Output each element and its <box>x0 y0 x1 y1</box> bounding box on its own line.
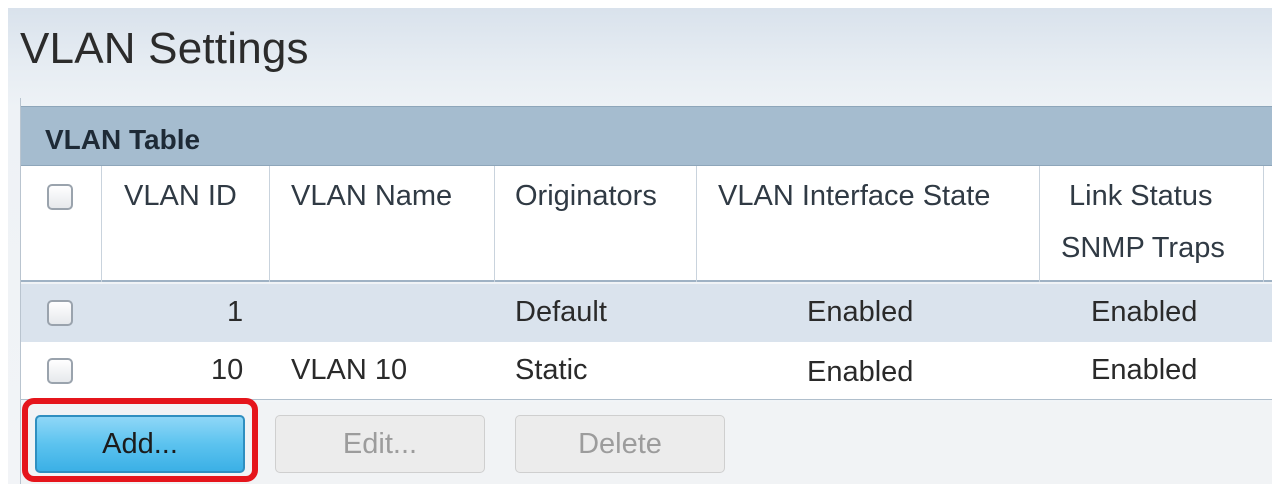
originators-cell: Default <box>515 296 607 328</box>
edit-button[interactable]: Edit... <box>275 415 485 473</box>
column-header-vlan-id[interactable]: VLAN ID <box>124 180 237 213</box>
table-row[interactable]: 10 VLAN 10 Static Enabled Enabled <box>21 342 1272 400</box>
column-header-vlan-name[interactable]: VLAN Name <box>291 180 452 213</box>
table-title: VLAN Table <box>45 124 201 155</box>
column-header-snmp-traps[interactable]: SNMP Traps <box>1061 232 1225 265</box>
column-divider <box>101 166 102 282</box>
vlan-id-cell: 10 <box>211 354 244 386</box>
add-button[interactable]: Add... <box>35 415 245 473</box>
column-divider <box>696 166 697 282</box>
column-header-originators[interactable]: Originators <box>515 180 657 213</box>
vlan-name-cell: VLAN 10 <box>291 354 408 386</box>
row-checkbox[interactable] <box>47 358 73 384</box>
column-header-row: VLAN ID VLAN Name Originators VLAN Inter… <box>21 166 1272 282</box>
column-header-interface-state[interactable]: VLAN Interface State <box>718 180 990 213</box>
link-status-cell: Enabled <box>1091 354 1198 386</box>
table-row[interactable]: 1 Default Enabled Enabled <box>21 284 1272 342</box>
column-divider <box>269 166 270 282</box>
column-divider <box>494 166 495 282</box>
column-divider <box>1039 166 1040 282</box>
table-header-bar: VLAN Table <box>21 106 1272 166</box>
column-header-link-status[interactable]: Link Status <box>1069 180 1212 213</box>
vlan-table-panel: VLAN Table VLAN ID VLAN Name Originators… <box>20 98 1272 484</box>
vlan-id-cell: 1 <box>227 296 244 328</box>
column-divider <box>1263 166 1264 282</box>
interface-state-cell: Enabled <box>807 296 914 328</box>
interface-state-cell: Enabled <box>807 356 914 388</box>
table-action-bar: Add... Edit... Delete <box>21 402 1272 484</box>
originators-cell: Static <box>515 354 588 386</box>
delete-button[interactable]: Delete <box>515 415 725 473</box>
row-checkbox[interactable] <box>47 300 73 326</box>
select-all-checkbox[interactable] <box>47 184 73 210</box>
link-status-cell: Enabled <box>1091 296 1198 328</box>
page-title: VLAN Settings <box>20 24 309 73</box>
